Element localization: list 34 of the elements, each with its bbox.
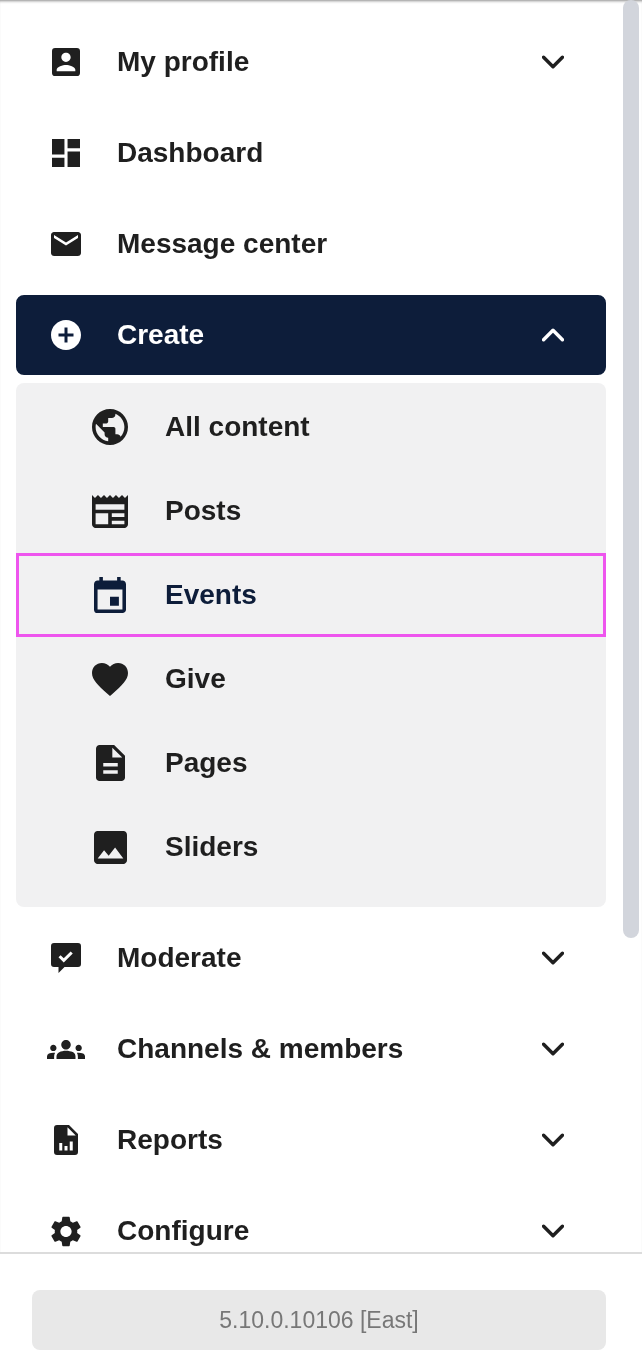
newspaper-icon <box>92 494 128 528</box>
version-info: 5.10.0.10106 [East] <box>32 1290 606 1350</box>
chevron-down-icon <box>542 1042 564 1056</box>
submenu-item[interactable]: Give <box>16 637 606 721</box>
nav-item[interactable]: Channels & members <box>16 1009 606 1089</box>
bar-chart-file-icon <box>54 1125 78 1155</box>
document-icon <box>95 745 125 781</box>
chevron-down-icon <box>542 1224 564 1238</box>
nav-item[interactable]: Configure <box>16 1191 606 1252</box>
scrollbar-thumb[interactable] <box>623 0 639 938</box>
chevron-down-icon <box>542 55 564 69</box>
dashboard-icon <box>52 139 80 167</box>
image-icon <box>93 830 127 864</box>
chevron-down-icon <box>542 951 564 965</box>
heart-icon <box>92 662 128 696</box>
nav-item[interactable]: Create <box>16 295 606 375</box>
chevron-down-icon <box>542 1133 564 1147</box>
nav-item[interactable]: Dashboard <box>16 113 606 193</box>
nav-item[interactable]: Message center <box>16 204 606 284</box>
people-group-icon <box>47 1039 85 1059</box>
settings-icon <box>51 1215 81 1247</box>
submenu-item[interactable]: Events <box>16 553 606 637</box>
nav-item[interactable]: My profile <box>16 22 606 102</box>
globe-icon <box>92 409 128 445</box>
submenu-item[interactable]: Sliders <box>16 805 606 889</box>
chat-check-icon <box>51 943 81 973</box>
submenu-item[interactable]: All content <box>16 385 606 469</box>
submenu-item[interactable]: Posts <box>16 469 606 553</box>
submenu-item[interactable]: Pages <box>16 721 606 805</box>
nav-item[interactable]: Reports <box>16 1100 606 1180</box>
nav-item[interactable]: Moderate <box>16 918 606 998</box>
envelope-icon <box>51 232 81 256</box>
calendar-icon <box>94 577 126 613</box>
chevron-up-icon <box>542 328 564 342</box>
